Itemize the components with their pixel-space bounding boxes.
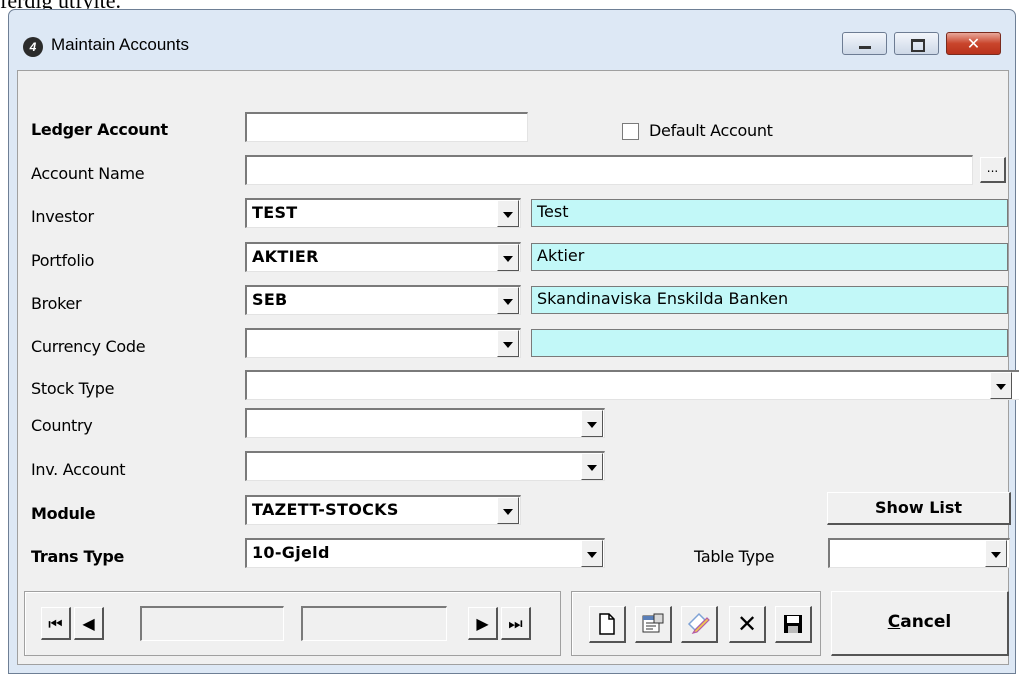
module-input[interactable]: TAZETT-STOCKS: [245, 495, 521, 525]
save-disk-icon: [784, 615, 802, 633]
table-type-dropdown-button[interactable]: [985, 540, 1007, 567]
edit-button[interactable]: [681, 606, 718, 643]
stock-type-input[interactable]: [245, 370, 1019, 400]
currency-code-description: [531, 329, 1008, 357]
save-button[interactable]: [775, 606, 812, 643]
stock-type-dropdown-button[interactable]: [990, 372, 1012, 399]
broker-input[interactable]: SEB: [245, 285, 521, 315]
minimize-button[interactable]: [842, 32, 887, 55]
properties-icon: [642, 613, 664, 633]
last-record-icon: ⏭: [508, 614, 523, 633]
account-name-input[interactable]: [245, 155, 973, 185]
properties-button[interactable]: [635, 606, 672, 643]
minimize-icon: [843, 33, 886, 54]
investor-label: Investor: [31, 207, 94, 226]
title-bar[interactable]: 4 Maintain Accounts ✕: [9, 10, 1015, 70]
delete-icon: ✕: [736, 610, 758, 638]
portfolio-dropdown-button[interactable]: [497, 244, 519, 271]
window-title: Maintain Accounts: [51, 35, 189, 54]
portfolio-description: Aktier: [531, 243, 1008, 271]
country-dropdown-button[interactable]: [581, 410, 603, 437]
first-record-icon: ⏮: [48, 614, 63, 633]
previous-record-button[interactable]: ◀: [74, 607, 104, 640]
broker-label: Broker: [31, 294, 82, 313]
investor-input[interactable]: TEST: [245, 198, 521, 228]
broker-dropdown-button[interactable]: [497, 287, 519, 314]
action-toolbar-panel: ✕: [571, 591, 821, 656]
broker-description: Skandinaviska Enskilda Banken: [531, 286, 1008, 314]
ledger-account-label: Ledger Account: [31, 120, 168, 139]
table-type-label: Table Type: [694, 547, 775, 566]
investor-description: Test: [531, 199, 1008, 227]
trans-type-dropdown-button[interactable]: [581, 540, 603, 567]
new-record-button[interactable]: [589, 606, 626, 643]
maintain-accounts-window: 4 Maintain Accounts ✕ Ledger Account Def…: [8, 9, 1019, 674]
account-name-browse-button[interactable]: ...: [980, 157, 1006, 183]
investor-dropdown-button[interactable]: [497, 200, 519, 227]
cancel-button[interactable]: Cancel: [831, 591, 1009, 656]
currency-code-dropdown-button[interactable]: [497, 330, 519, 357]
country-input[interactable]: [245, 408, 605, 438]
form-client-area: Ledger Account Default Account Account N…: [17, 70, 1019, 665]
stock-type-label: Stock Type: [31, 379, 115, 398]
record-navigation-panel: ⏮ ◀ ▶ ⏭: [24, 591, 561, 656]
delete-button[interactable]: ✕: [729, 606, 766, 643]
currency-code-input[interactable]: [245, 328, 521, 358]
trans-type-input[interactable]: 10-Gjeld: [245, 538, 605, 568]
ledger-account-input[interactable]: [245, 112, 528, 142]
next-record-icon: ▶: [476, 614, 489, 633]
currency-code-label: Currency Code: [31, 337, 146, 356]
module-dropdown-button[interactable]: [497, 497, 519, 524]
record-field-2: [301, 606, 447, 641]
maximize-button[interactable]: [894, 32, 939, 55]
trans-type-label: Trans Type: [31, 547, 125, 566]
account-name-label: Account Name: [31, 164, 145, 183]
inv-account-dropdown-button[interactable]: [581, 453, 603, 480]
default-account-label: Default Account: [649, 121, 773, 140]
app-icon: 4: [23, 37, 43, 57]
record-field-1: [140, 606, 284, 641]
show-list-button[interactable]: Show List: [827, 492, 1011, 525]
module-label: Module: [31, 504, 96, 523]
new-document-icon: [599, 613, 615, 635]
portfolio-label: Portfolio: [31, 251, 95, 270]
last-record-button[interactable]: ⏭: [501, 607, 531, 640]
previous-record-icon: ◀: [82, 614, 95, 633]
first-record-button[interactable]: ⏮: [41, 607, 71, 640]
country-label: Country: [31, 416, 93, 435]
maximize-icon: [895, 33, 938, 54]
next-record-button[interactable]: ▶: [468, 607, 498, 640]
portfolio-input[interactable]: AKTIER: [245, 242, 521, 272]
table-type-input[interactable]: [828, 538, 1010, 568]
edit-pencil-icon: [687, 612, 710, 634]
inv-account-label: Inv. Account: [31, 460, 126, 479]
close-button[interactable]: ✕: [946, 32, 1001, 55]
default-account-checkbox[interactable]: [622, 123, 639, 140]
close-icon: ✕: [966, 34, 981, 53]
inv-account-input[interactable]: [245, 451, 605, 481]
